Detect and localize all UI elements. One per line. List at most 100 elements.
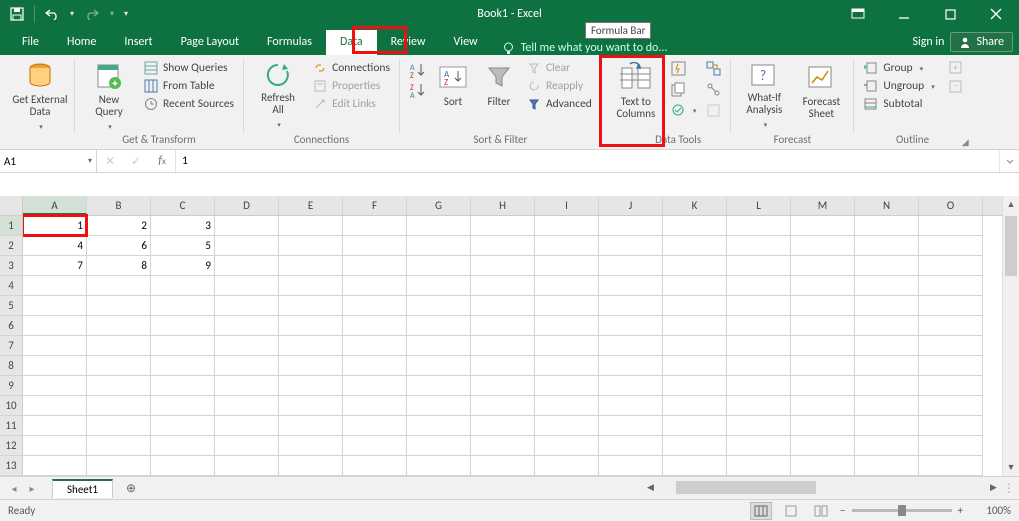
cell[interactable] xyxy=(727,216,791,236)
forecast-sheet-button[interactable]: Forecast Sheet xyxy=(795,58,847,128)
cell[interactable] xyxy=(215,456,279,476)
consolidate-button[interactable] xyxy=(703,60,724,77)
cell[interactable] xyxy=(471,376,535,396)
maximize-icon[interactable] xyxy=(927,0,973,28)
dialog-launcher-icon[interactable]: ◢ xyxy=(962,137,969,148)
cell[interactable] xyxy=(151,336,215,356)
row-header[interactable]: 5 xyxy=(0,296,22,316)
cell[interactable] xyxy=(343,216,407,236)
remove-dup-button[interactable] xyxy=(668,81,700,98)
tab-data[interactable]: Data xyxy=(326,30,377,55)
sort-desc-button[interactable]: ZA xyxy=(406,80,428,100)
cell[interactable] xyxy=(343,376,407,396)
cell[interactable] xyxy=(599,416,663,436)
cell[interactable] xyxy=(23,436,87,456)
cell[interactable] xyxy=(663,296,727,316)
cell[interactable] xyxy=(407,376,471,396)
col-header[interactable]: O xyxy=(919,196,983,215)
cell[interactable] xyxy=(791,276,855,296)
cell[interactable] xyxy=(855,416,919,436)
cell[interactable] xyxy=(855,436,919,456)
nav-first-icon[interactable]: ◂ xyxy=(6,482,22,495)
cell[interactable] xyxy=(471,356,535,376)
scroll-thumb[interactable] xyxy=(1005,216,1017,276)
cell[interactable] xyxy=(791,216,855,236)
cell[interactable] xyxy=(855,316,919,336)
relationships-button[interactable] xyxy=(703,81,724,98)
cell[interactable] xyxy=(215,356,279,376)
cell[interactable] xyxy=(215,416,279,436)
cell[interactable] xyxy=(535,336,599,356)
cell[interactable] xyxy=(919,216,983,236)
cell[interactable] xyxy=(87,276,151,296)
cell[interactable] xyxy=(343,276,407,296)
cell[interactable] xyxy=(663,396,727,416)
cell[interactable] xyxy=(471,456,535,476)
row-header[interactable]: 1 xyxy=(0,216,22,236)
zoom-value[interactable]: 100% xyxy=(969,504,1011,517)
cell[interactable] xyxy=(919,396,983,416)
cell[interactable] xyxy=(791,296,855,316)
row-header[interactable]: 11 xyxy=(0,416,22,436)
cell[interactable] xyxy=(23,396,87,416)
cell[interactable] xyxy=(23,276,87,296)
cell[interactable] xyxy=(87,356,151,376)
cell[interactable] xyxy=(471,436,535,456)
cell[interactable] xyxy=(343,256,407,276)
data-validation-button[interactable]: ▾ xyxy=(668,102,700,119)
cell[interactable] xyxy=(215,396,279,416)
cell[interactable] xyxy=(279,436,343,456)
cell[interactable] xyxy=(407,416,471,436)
ungroup-button[interactable]: Ungroup▾ xyxy=(860,78,937,94)
cell[interactable] xyxy=(279,456,343,476)
cell[interactable] xyxy=(663,416,727,436)
fx-icon[interactable]: fx xyxy=(149,154,175,168)
col-header[interactable]: J xyxy=(599,196,663,215)
page-layout-button[interactable] xyxy=(780,502,802,520)
cell[interactable] xyxy=(727,336,791,356)
share-button[interactable]: Share xyxy=(950,32,1013,52)
row-header[interactable]: 10 xyxy=(0,396,22,416)
cell[interactable] xyxy=(599,296,663,316)
new-query-button[interactable]: ✦ New Query▾ xyxy=(81,58,137,128)
flash-fill-button[interactable] xyxy=(668,60,700,77)
cell[interactable] xyxy=(279,256,343,276)
cell[interactable] xyxy=(919,296,983,316)
cell[interactable] xyxy=(471,276,535,296)
cell[interactable] xyxy=(151,316,215,336)
cell[interactable]: 6 xyxy=(87,236,151,256)
cell[interactable] xyxy=(471,216,535,236)
row-header[interactable]: 12 xyxy=(0,436,22,456)
cell[interactable] xyxy=(23,416,87,436)
cell[interactable] xyxy=(919,456,983,476)
close-icon[interactable] xyxy=(973,0,1019,28)
cell[interactable] xyxy=(343,456,407,476)
nav-last-icon[interactable]: ▸ xyxy=(24,482,40,495)
cell[interactable] xyxy=(215,436,279,456)
normal-view-button[interactable] xyxy=(750,502,772,520)
cell[interactable] xyxy=(727,236,791,256)
col-header[interactable]: K xyxy=(663,196,727,215)
col-header[interactable]: B xyxy=(87,196,151,215)
cell[interactable] xyxy=(791,416,855,436)
cell[interactable] xyxy=(727,316,791,336)
cell[interactable] xyxy=(215,296,279,316)
cell[interactable] xyxy=(471,256,535,276)
redo-icon[interactable] xyxy=(81,3,103,25)
cell[interactable] xyxy=(151,356,215,376)
cell[interactable] xyxy=(663,236,727,256)
sign-in-link[interactable]: Sign in xyxy=(912,35,944,49)
cell[interactable] xyxy=(663,316,727,336)
cell[interactable] xyxy=(535,356,599,376)
cell[interactable] xyxy=(919,356,983,376)
col-header[interactable]: D xyxy=(215,196,279,215)
cell[interactable] xyxy=(791,316,855,336)
cell[interactable] xyxy=(663,256,727,276)
cell[interactable] xyxy=(855,216,919,236)
col-header[interactable]: G xyxy=(407,196,471,215)
cell[interactable] xyxy=(343,236,407,256)
cell[interactable] xyxy=(87,296,151,316)
cell[interactable] xyxy=(279,296,343,316)
row-header[interactable]: 2 xyxy=(0,236,22,256)
cell[interactable] xyxy=(87,396,151,416)
